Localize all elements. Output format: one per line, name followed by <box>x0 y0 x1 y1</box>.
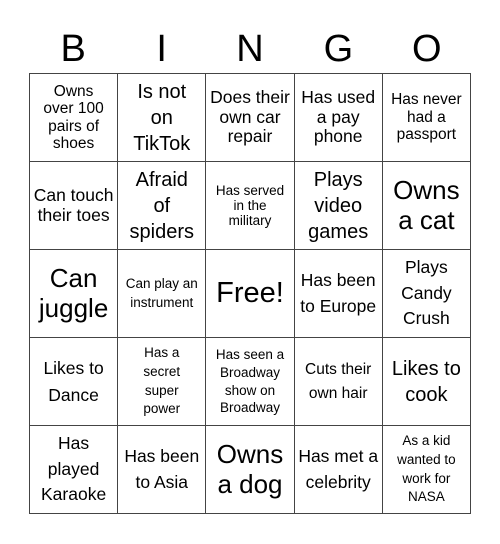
bingo-cell[interactable]: Has a secret super power <box>118 338 207 426</box>
cell-text: Plays Candy Crush <box>401 257 452 329</box>
cell-text: Owns a dog <box>216 439 284 499</box>
cell-text: Likes to Dance <box>43 358 104 405</box>
bingo-cell[interactable]: Owns over 100 pairs of shoes <box>30 74 119 162</box>
cell-text: Can touch their toes <box>33 184 114 225</box>
bingo-cell[interactable]: Owns a dog <box>206 426 295 514</box>
cell-text: Plays video games <box>308 168 369 243</box>
cell-text: Likes to cook <box>391 357 461 406</box>
bingo-cell[interactable]: Can juggle <box>30 250 119 338</box>
cell-text: As a kid wanted to work for NASA <box>397 432 456 505</box>
bingo-cell[interactable]: Owns a cat <box>382 162 471 250</box>
bingo-cell[interactable]: Has met a celebrity <box>294 426 383 514</box>
header-letter-o: O <box>412 28 442 70</box>
bingo-cell[interactable]: Plays video games <box>294 162 383 250</box>
cell-text: Has a secret super power <box>143 344 181 417</box>
cell-text: Owns over 100 pairs of shoes <box>43 82 104 152</box>
bingo-cell[interactable]: Free! <box>206 250 295 338</box>
cell-text: Has served in the military <box>215 182 285 229</box>
bingo-cell[interactable]: Has served in the military <box>206 162 295 250</box>
bingo-cell[interactable]: Has been to Asia <box>118 426 207 514</box>
cell-text: Can juggle <box>38 263 109 323</box>
bingo-cell[interactable]: Can play an instrument <box>118 250 207 338</box>
cell-text: Has never had a passport <box>391 91 462 144</box>
bingo-cell[interactable]: Has used a pay phone <box>294 74 383 162</box>
header-letter-i: I <box>156 28 167 70</box>
header-letter-n: N <box>236 28 264 70</box>
bingo-cell[interactable]: Does their own car repair <box>206 74 295 162</box>
bingo-cell[interactable]: Likes to Dance <box>30 338 119 426</box>
bingo-cell[interactable]: Is not on TikTok <box>118 74 207 162</box>
cell-text: Has played Karaoke <box>41 433 107 505</box>
cell-text: Has been to Europe <box>300 270 377 316</box>
free-space: Free! <box>216 277 284 310</box>
cell-text: Can play an instrument <box>125 275 198 310</box>
bingo-cell[interactable]: As a kid wanted to work for NASA <box>382 426 471 514</box>
cell-text: Has seen a Broadway show on Broadway <box>215 347 285 416</box>
bingo-cell[interactable]: Has played Karaoke <box>30 426 119 514</box>
cell-text: Has been to Asia <box>124 446 200 492</box>
bingo-cell[interactable]: Has been to Europe <box>294 250 383 338</box>
bingo-cell[interactable]: Can touch their toes <box>30 162 119 250</box>
cell-text: Has met a celebrity <box>298 446 379 492</box>
bingo-grid: Owns over 100 pairs of shoes Is not on T… <box>29 73 471 514</box>
bingo-header: B I N G O <box>29 26 471 72</box>
bingo-cell[interactable]: Cuts their own hair <box>294 338 383 426</box>
header-letter-g: G <box>323 28 354 70</box>
cell-text: Owns a cat <box>393 175 460 235</box>
bingo-cell[interactable]: Likes to cook <box>382 338 471 426</box>
header-letter-b: B <box>60 28 86 70</box>
bingo-cell[interactable]: Has seen a Broadway show on Broadway <box>206 338 295 426</box>
bingo-cell[interactable]: Afraid of spiders <box>118 162 207 250</box>
cell-text: Has used a pay phone <box>301 87 376 147</box>
bingo-cell[interactable]: Has never had a passport <box>382 74 471 162</box>
cell-text: Is not on TikTok <box>133 80 191 155</box>
bingo-cell[interactable]: Plays Candy Crush <box>382 250 471 338</box>
cell-text: Does their own car repair <box>210 87 290 147</box>
cell-text: Cuts their own hair <box>305 361 372 402</box>
cell-text: Afraid of spiders <box>129 168 195 243</box>
